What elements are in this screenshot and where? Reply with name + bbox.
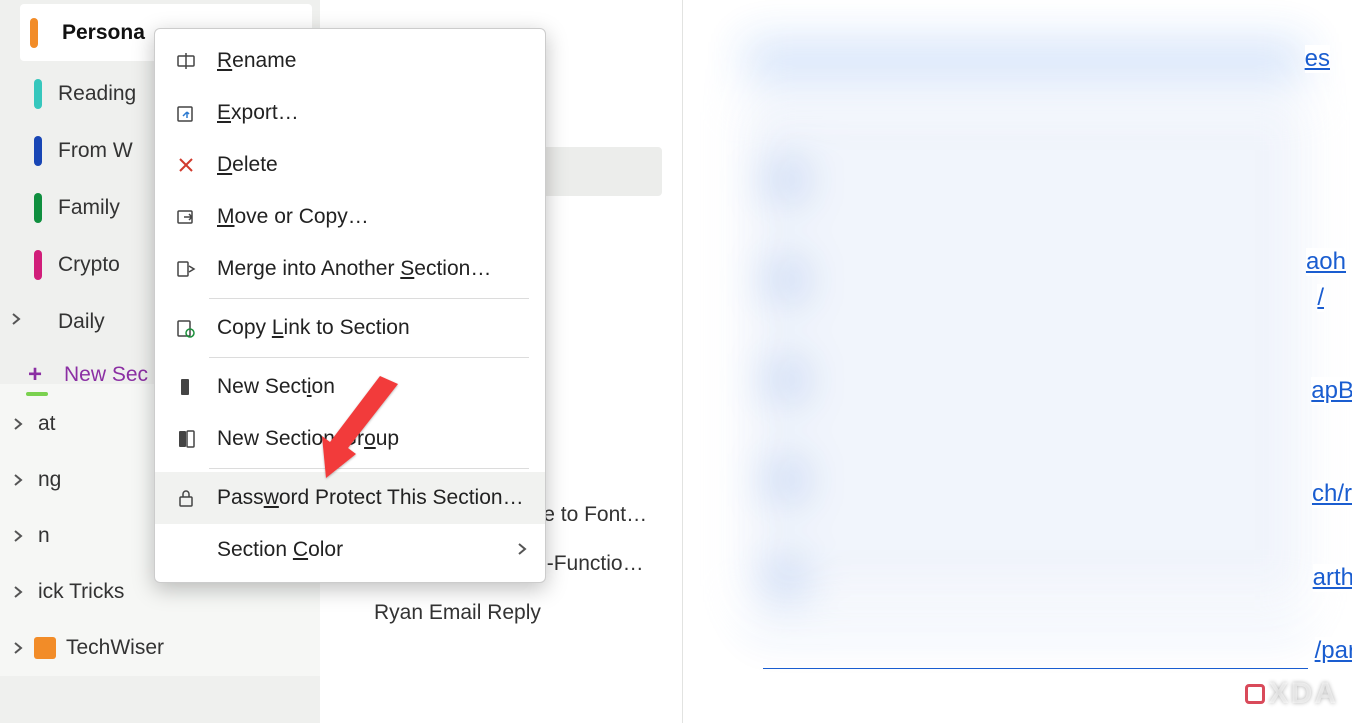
menu-item-label: New Section Group [217, 427, 399, 451]
notebook-label: TechWiser [66, 636, 164, 660]
menu-item-export[interactable]: Export… [155, 87, 545, 139]
menu-item-new-section[interactable]: New Section [155, 361, 545, 413]
section-color-swatch [34, 193, 42, 223]
menu-item-section-color[interactable]: Section Color [155, 524, 545, 576]
chevron-right-icon [8, 642, 28, 654]
menu-item-label: Password Protect This Section… [217, 486, 524, 510]
watermark-text: XDA [1269, 677, 1338, 711]
xda-watermark: XDA [1245, 677, 1338, 711]
note-content-area: es aoh / apB ch/r arth/par [682, 0, 1352, 723]
link-text[interactable]: es [1305, 45, 1330, 73]
section-label: From W [58, 139, 133, 163]
section-color-swatch [34, 250, 42, 280]
link-text[interactable]: apB [1311, 377, 1352, 405]
menu-item-delete[interactable]: Delete [155, 139, 545, 191]
chevron-right-icon [8, 586, 28, 598]
link-text[interactable]: / [1317, 284, 1324, 312]
menu-separator [209, 298, 529, 299]
chevron-right-icon [515, 538, 529, 562]
menu-item-label: Export… [217, 101, 299, 125]
section-label: Reading [58, 82, 136, 106]
notebook-label: ng [38, 468, 61, 492]
menu-item-label: Merge into Another Section… [217, 257, 491, 281]
rename-icon [173, 50, 199, 72]
section-context-menu: Rename Export… Delete Move or Copy… Merge in… [154, 28, 546, 583]
chevron-right-icon [8, 474, 28, 486]
chevron-right-icon [8, 311, 24, 327]
blurred-content [745, 40, 1305, 660]
menu-item-label: Delete [217, 153, 278, 177]
link-text[interactable]: ch/r [1312, 480, 1352, 508]
move-icon [173, 206, 199, 228]
menu-separator [209, 468, 529, 469]
section-color-swatch [34, 136, 42, 166]
section-label: Persona [62, 21, 145, 45]
menu-item-label: Move or Copy… [217, 205, 369, 229]
notebook-icon [34, 637, 56, 659]
menu-item-merge-into-another-section[interactable]: Merge into Another Section… [155, 243, 545, 295]
menu-item-label: Section Color [217, 538, 343, 562]
merge-icon [173, 258, 199, 280]
menu-item-label: Copy Link to Section [217, 316, 410, 340]
watermark-icon [1245, 684, 1265, 704]
chevron-right-icon [8, 530, 28, 542]
menu-item-label: New Section [217, 375, 335, 399]
chevron-right-icon [8, 418, 28, 430]
page-item[interactable]: Ryan Email Reply [330, 588, 672, 637]
menu-separator [209, 357, 529, 358]
link-text[interactable]: /par [1315, 637, 1352, 665]
lock-icon [173, 487, 199, 509]
content-underline [763, 668, 1308, 669]
link-text[interactable]: arth [1313, 564, 1352, 592]
notebook-row[interactable]: TechWiser [0, 620, 320, 676]
menu-item-copy-link-to-section[interactable]: Copy Link to Section [155, 302, 545, 354]
menu-item-label: Rename [217, 49, 296, 73]
newgrp-icon [173, 428, 199, 450]
notebook-label: n [38, 524, 50, 548]
notebook-label: at [38, 412, 56, 436]
link-text[interactable]: aoh [1306, 248, 1346, 276]
notebook-label: ick Tricks [38, 580, 124, 604]
menu-item-rename[interactable]: Rename [155, 35, 545, 87]
section-color-swatch [30, 18, 38, 48]
menu-item-password-protect-this-section[interactable]: Password Protect This Section… [155, 472, 545, 524]
newsec-icon [173, 376, 199, 398]
section-label: Family [58, 196, 120, 220]
menu-item-move-or-copy[interactable]: Move or Copy… [155, 191, 545, 243]
section-label: Daily [58, 310, 105, 334]
section-label: Crypto [58, 253, 120, 277]
delete-icon [173, 154, 199, 176]
export-icon [173, 102, 199, 124]
section-color-swatch [34, 79, 42, 109]
menu-item-new-section-group[interactable]: New Section Group [155, 413, 545, 465]
copylink-icon [173, 317, 199, 339]
